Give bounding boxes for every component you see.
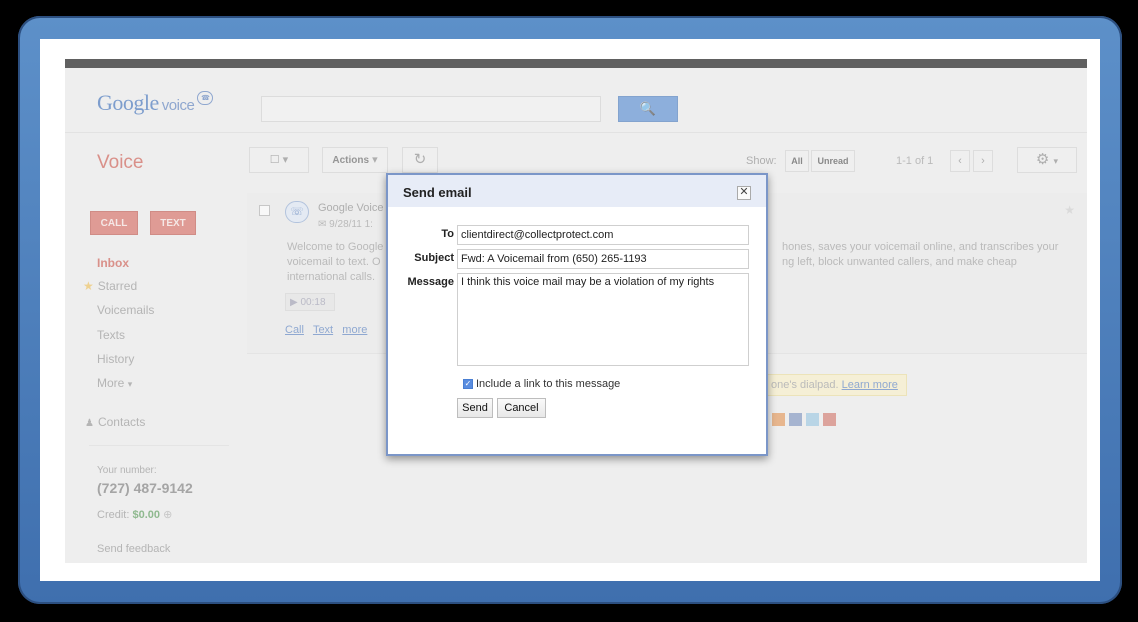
browser-screen: Google voice ☎ 🔍 Voice ☐ ▾ Actions ▾ ↻ Sho…: [40, 39, 1100, 581]
subject-label: Subject: [414, 252, 454, 264]
send-email-dialog: Send email ✕ To Subject Message I think …: [386, 173, 768, 456]
screenshot-stage: Google voice ☎ 🔍 Voice ☐ ▾ Actions ▾ ↻ Sho…: [0, 0, 1138, 622]
message-textarea[interactable]: I think this voice mail may be a violati…: [457, 273, 749, 366]
message-label: Message: [407, 276, 454, 288]
to-field[interactable]: [457, 225, 749, 245]
google-voice-page: Google voice ☎ 🔍 Voice ☐ ▾ Actions ▾ ↻ Sho…: [65, 59, 1087, 563]
send-button[interactable]: Send: [457, 398, 493, 418]
include-link-checkbox[interactable]: ✓: [463, 379, 473, 389]
dialog-title: Send email: [403, 185, 472, 200]
include-link-label: Include a link to this message: [476, 378, 621, 390]
close-icon: ✕: [739, 186, 749, 198]
checkmark-icon: ✓: [464, 379, 472, 388]
subject-field[interactable]: [457, 249, 749, 269]
cancel-button[interactable]: Cancel: [497, 398, 546, 418]
close-button[interactable]: ✕: [737, 186, 751, 200]
to-label: To: [441, 228, 454, 240]
